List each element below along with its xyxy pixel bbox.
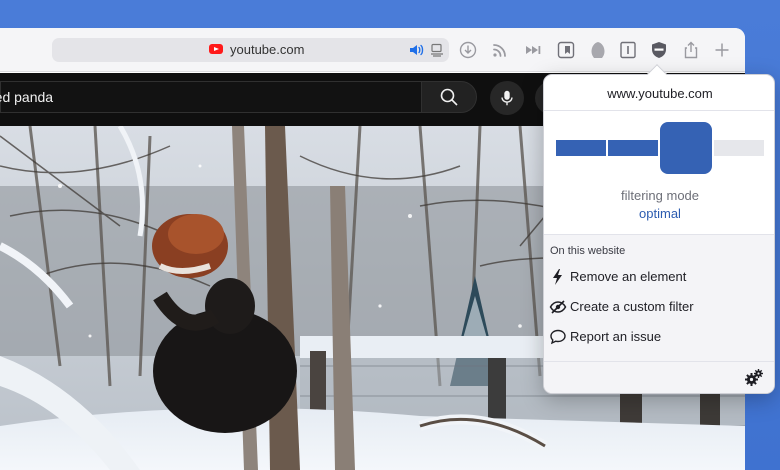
microphone-icon — [501, 90, 513, 106]
share-icon[interactable] — [681, 40, 701, 60]
reader-icon[interactable] — [430, 43, 444, 57]
popup-domain: www.youtube.com — [607, 86, 713, 101]
forward-icon[interactable] — [523, 40, 543, 60]
search-icon — [440, 88, 458, 106]
filtering-mode-value: optimal — [639, 206, 681, 221]
address-bar[interactable]: youtube.com — [52, 38, 449, 62]
lightning-icon — [553, 269, 562, 285]
youtube-search-button[interactable] — [421, 81, 477, 113]
slider-knob[interactable] — [660, 122, 712, 174]
rss-icon[interactable] — [490, 40, 510, 60]
ublock-popup: www.youtube.com filtering mode optimal O… — [543, 74, 775, 394]
divider — [544, 361, 774, 362]
slider-segment-2[interactable] — [608, 140, 658, 156]
audio-icon[interactable] — [409, 43, 425, 57]
create-custom-filter-label: Create a custom filter — [570, 299, 694, 314]
new-tab-icon[interactable] — [712, 40, 732, 60]
ublock-shield-icon[interactable] — [649, 40, 669, 60]
info-icon[interactable] — [618, 40, 638, 60]
youtube-search-input[interactable]: red panda — [0, 81, 422, 113]
slider-segment-4[interactable] — [714, 140, 764, 156]
eye-slash-icon — [549, 300, 567, 314]
remove-element-button[interactable]: Remove an element — [544, 264, 774, 290]
browser-toolbar: youtube.com — [0, 28, 745, 72]
speech-bubble-icon — [550, 329, 566, 345]
hand-icon[interactable] — [588, 40, 608, 60]
filtering-mode-label: filtering mode — [620, 188, 700, 203]
download-icon[interactable] — [458, 40, 478, 60]
create-custom-filter-button[interactable]: Create a custom filter — [544, 294, 774, 320]
report-issue-label: Report an issue — [570, 329, 662, 344]
report-issue-button[interactable]: Report an issue — [544, 324, 774, 350]
on-this-website-section: On this website Remove an element Create… — [544, 235, 774, 393]
voice-search-button[interactable] — [490, 81, 524, 115]
remove-element-label: Remove an element — [570, 269, 687, 284]
address-bar-host: youtube.com — [230, 42, 305, 57]
sidebar-bookmark-icon[interactable] — [556, 40, 576, 60]
search-query-text: red panda — [0, 89, 54, 105]
youtube-favicon — [209, 44, 223, 54]
slider-segment-1[interactable] — [556, 140, 606, 156]
section-title: On this website — [550, 245, 626, 257]
gears-icon[interactable] — [744, 368, 764, 388]
